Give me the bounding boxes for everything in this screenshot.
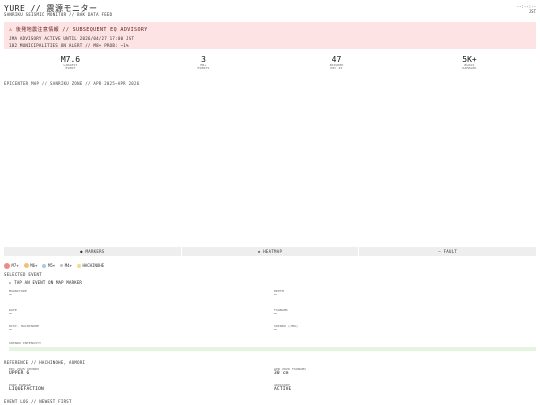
- legend-dot-icon: [23, 263, 29, 268]
- legend-item: HACHINOHE: [76, 263, 105, 268]
- field-distance-hachinohe: DIST. HACHINOHE —: [9, 324, 39, 334]
- field-value: —: [274, 293, 277, 298]
- field-label: SHINDO (JMA): [274, 324, 299, 328]
- stat-label: DEC 25: [330, 66, 343, 71]
- field-shindo-intensity: SHINDO INTENSITY: [9, 341, 41, 345]
- stat-m6-events: 3 M6+ EVENTS: [137, 55, 270, 75]
- legend-dot-icon: [4, 262, 10, 269]
- ref-advisory: ADVISORY ACTIVE: [274, 383, 291, 393]
- map-caption: EPICENTER MAP // SANRIKU ZONE // APR 202…: [4, 81, 140, 86]
- legend-label: M6+: [30, 263, 38, 268]
- legend-item: M6+: [23, 263, 38, 268]
- app-subtitle: SANRIKU SEISMIC MONITOR // BAK DATA FEED: [4, 12, 113, 17]
- stat-largest-event: M7.6 LARGEST EVENT: [4, 55, 137, 75]
- field-value: —: [9, 312, 12, 317]
- tab-heatmap[interactable]: ◈ HEATMAP: [182, 247, 360, 256]
- ref-value: UPPER 6: [9, 371, 30, 376]
- field-shindo: SHINDO (JMA) —: [274, 324, 298, 334]
- ref-value: LIQUEFACTION: [9, 387, 44, 392]
- legend-label: M7+: [11, 263, 19, 268]
- stat-injured: 47 INJURED DEC 25: [270, 55, 403, 75]
- advisory-banner: ⚠ 後発地震注意情報 // SUBSEQUENT EQ ADVISORY JMA…: [4, 22, 536, 49]
- ref-dec-shindo: DEC 2025 SHINDO UPPER 6: [9, 367, 39, 377]
- field-magnitude: MAGNITUDE —: [9, 289, 27, 299]
- map-mode-tabs: ● MARKERS ◈ HEATMAP — FAULT: [4, 247, 536, 256]
- tab-fault[interactable]: — FAULT: [359, 247, 536, 256]
- shindo-intensity-bar: [9, 347, 536, 351]
- field-tsunami: TSUNAMI —: [274, 308, 288, 318]
- field-value: —: [274, 312, 277, 317]
- legend-item: M4+: [60, 263, 72, 268]
- field-value: —: [274, 328, 277, 333]
- field-date: DATE —: [9, 308, 17, 318]
- field-depth: DEPTH —: [274, 289, 284, 299]
- legend-label: M5+: [47, 263, 56, 268]
- field-value: —: [9, 293, 12, 298]
- stats-row: M7.6 LARGEST EVENT 3 M6+ EVENTS 47 INJUR…: [4, 55, 536, 75]
- legend-item: M7+: [4, 262, 19, 269]
- advisory-title: ⚠ 後発地震注意情報 // SUBSEQUENT EQ ADVISORY: [9, 27, 148, 33]
- selected-event-title: SELECTED EVENT: [4, 272, 42, 277]
- legend-label: HACHINOHE: [82, 263, 105, 268]
- event-log-title: EVENT LOG // NEWEST FIRST: [4, 399, 72, 404]
- legend-item: M5+: [42, 263, 55, 268]
- legend-dot-icon: [60, 264, 64, 267]
- stat-buildings-damaged: 5K+ BLDGS DAMAGED: [403, 55, 536, 75]
- clock: --:--:-- JST: [517, 4, 536, 14]
- legend-dot-icon: [76, 263, 81, 268]
- magnitude-legend: M7+ M6+ M5+ M4+ HACHINOHE: [4, 262, 109, 269]
- advisory-active-line: JMA ADVISORY ACTIVE UNTIL 2026/04/27 17:…: [9, 36, 135, 41]
- stat-label: DAMAGED: [462, 66, 477, 71]
- ref-apr-tsunami: APR 2026 TSUNAMI 30 cm: [274, 367, 306, 377]
- reference-title: REFERENCE // HACHINOHE, AOMORI: [4, 360, 86, 365]
- tap-hint: ▸ TAP AN EVENT ON MAP MARKER: [9, 280, 83, 285]
- epicenter-map[interactable]: [4, 88, 536, 245]
- ref-value: 30 cm: [274, 371, 289, 376]
- clock-timezone: JST: [528, 9, 536, 14]
- app-header: YURE // 震源モニター SANRIKU SEISMIC MONITOR /…: [4, 3, 536, 19]
- stat-label: EVENT: [65, 66, 76, 71]
- legend-dot-icon: [42, 263, 47, 268]
- legend-label: M4+: [64, 263, 72, 268]
- tab-markers[interactable]: ● MARKERS: [4, 247, 182, 256]
- field-label: DIST. HACHINOHE: [9, 324, 40, 328]
- field-value: —: [9, 328, 12, 333]
- advisory-alert-line: 182 MUNICIPALITIES ON ALERT // M8+ PROB:…: [9, 42, 129, 48]
- ref-port-damage: PORT DAMAGE LIQUEFACTION: [9, 383, 44, 393]
- stat-label: EVENTS: [197, 66, 210, 71]
- ref-value: ACTIVE: [274, 387, 292, 392]
- field-label: SHINDO INTENSITY: [9, 341, 42, 345]
